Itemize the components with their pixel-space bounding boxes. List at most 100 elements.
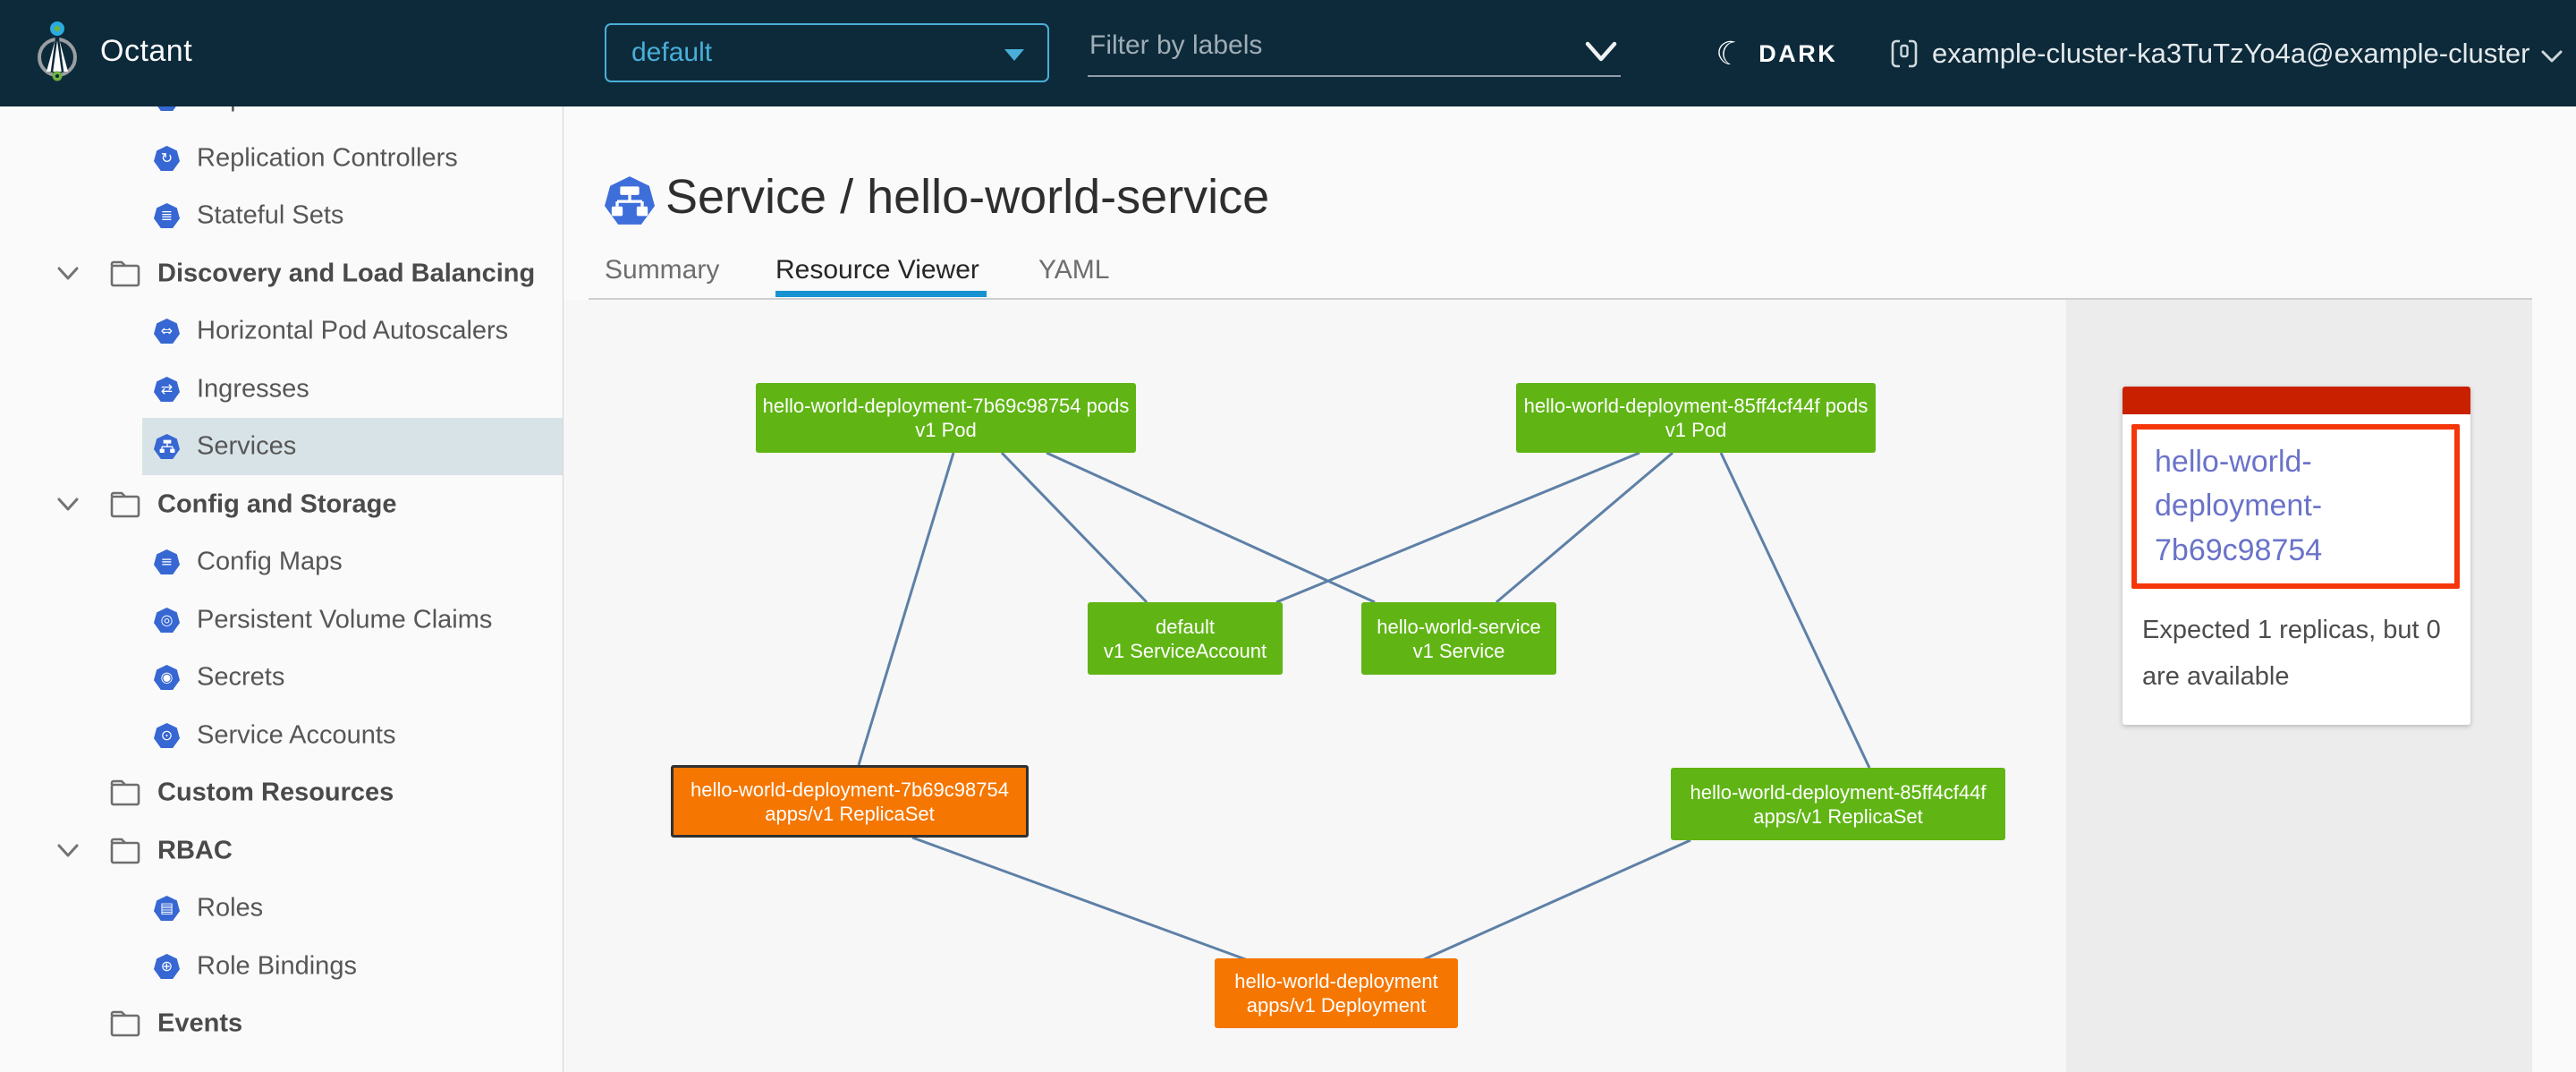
- sidebar-item-label: Stateful Sets: [197, 201, 343, 231]
- node-title: hello-world-service: [1377, 615, 1540, 639]
- sidebar-item-role-bindings[interactable]: ⊕ Role Bindings: [0, 938, 564, 995]
- sidebar-group-discovery-and-load-balancing[interactable]: Discovery and Load Balancing: [0, 245, 564, 302]
- node-kind: apps/v1 ReplicaSet: [765, 802, 935, 826]
- sidebar-item-label: Replication Controllers: [197, 144, 458, 174]
- node-title: hello-world-deployment-85ff4cf44f pods: [1524, 394, 1868, 418]
- sidebar-item-config-maps[interactable]: ≡ Config Maps: [0, 533, 564, 591]
- app-header: Octant default ☾ DARK example-cluster-ka…: [0, 0, 2576, 106]
- sidebar-item-stateful-sets[interactable]: ≣ Stateful Sets: [0, 187, 564, 244]
- main-content: Service / hello-world-service Summary Re…: [564, 106, 2576, 1072]
- folder-icon: [109, 1008, 141, 1039]
- node-title: hello-world-deployment-7b69c98754: [691, 778, 1009, 802]
- filter-input[interactable]: [1088, 21, 1621, 77]
- sidebar-item-replica-sets[interactable]: ▣ Replica Sets: [0, 106, 564, 127]
- folder-icon: [109, 489, 141, 520]
- service-icon: [605, 175, 655, 225]
- cluster-selector[interactable]: example-cluster-ka3TuTzYo4a@example-clus…: [1889, 27, 2563, 81]
- chevron-down-icon[interactable]: [1583, 38, 1619, 64]
- chevron-down-icon: [1004, 49, 1024, 61]
- sidebar-item-label: Config Maps: [197, 548, 343, 577]
- sidebar-item-label: Ingresses: [197, 375, 309, 404]
- replica-sets-icon: ▣: [154, 106, 180, 111]
- sidebar-item-custom-resources[interactable]: Custom Resources: [0, 764, 564, 821]
- tab-yaml[interactable]: YAML: [1038, 255, 1109, 285]
- error-status-bar: [2123, 387, 2470, 414]
- graph-node-service-hello-world-service[interactable]: hello-world-service v1 Service: [1361, 602, 1556, 675]
- folder-icon: [109, 778, 141, 808]
- node-title: hello-world-deployment-85ff4cf44f: [1690, 780, 1987, 804]
- node-kind: apps/v1 ReplicaSet: [1753, 804, 1923, 829]
- node-title: default: [1156, 615, 1215, 639]
- moon-icon: ☾: [1712, 32, 1748, 75]
- selected-resource-card: hello-world-deployment-7b69c98754 Expect…: [2123, 387, 2470, 725]
- sidebar-item-replication-controllers[interactable]: ↻ Replication Controllers: [0, 130, 564, 187]
- graph-node-pod-85ff4cf44f[interactable]: hello-world-deployment-85ff4cf44f pods v…: [1516, 383, 1876, 453]
- sidebar-group-label: Discovery and Load Balancing: [157, 259, 535, 289]
- sidebar-group-config-and-storage[interactable]: Config and Storage: [0, 476, 564, 533]
- theme-toggle[interactable]: ☾ DARK: [1716, 27, 1837, 81]
- active-tab-underline: [775, 291, 987, 297]
- detail-panel: hello-world-deployment-7b69c98754 Expect…: [2066, 300, 2532, 1072]
- sidebar-group-label: Config and Storage: [157, 490, 396, 520]
- graph-node-pod-7b69c98754[interactable]: hello-world-deployment-7b69c98754 pods v…: [756, 383, 1136, 453]
- chevron-down-icon[interactable]: [55, 265, 80, 283]
- config-maps-icon: ≡: [154, 549, 180, 574]
- selected-resource-box: hello-world-deployment-7b69c98754: [2131, 424, 2460, 589]
- sidebar-group-label: RBAC: [157, 837, 233, 866]
- graph-node-replicaset-7b69c98754[interactable]: hello-world-deployment-7b69c98754 apps/v…: [671, 765, 1029, 838]
- right-gutter: [2532, 300, 2576, 1072]
- services-icon: [154, 434, 180, 459]
- namespace-value: default: [631, 38, 712, 68]
- sidebar-item-label: Role Bindings: [197, 952, 357, 982]
- persistent-volume-claims-icon: ◎: [154, 608, 180, 633]
- sidebar-group-rbac[interactable]: RBAC: [0, 822, 564, 880]
- sidebar-item-label: Persistent Volume Claims: [197, 606, 492, 635]
- stateful-sets-icon: ≣: [154, 203, 180, 228]
- sidebar-item-secrets[interactable]: ◉ Secrets: [0, 649, 564, 706]
- node-title: hello-world-deployment: [1234, 969, 1437, 993]
- cluster-context-label: example-cluster-ka3TuTzYo4a@example-clus…: [1932, 38, 2529, 70]
- label-filter: [1088, 21, 1621, 77]
- sidebar-item-label: Custom Resources: [157, 778, 394, 808]
- sidebar-item-label: Horizontal Pod Autoscalers: [197, 317, 508, 346]
- node-kind: v1 Pod: [1665, 418, 1727, 442]
- sidebar-item-roles[interactable]: ▤ Roles: [0, 880, 564, 937]
- node-title: hello-world-deployment-7b69c98754 pods: [763, 394, 1130, 418]
- graph-node-serviceaccount-default[interactable]: default v1 ServiceAccount: [1088, 602, 1283, 675]
- resource-link[interactable]: hello-world-deployment-7b69c98754: [2155, 440, 2436, 573]
- role-bindings-icon: ⊕: [154, 954, 180, 979]
- node-kind: v1 Service: [1413, 639, 1505, 663]
- sidebar-item-events[interactable]: Events: [0, 995, 564, 1052]
- octant-logo: [37, 14, 78, 89]
- sidebar-item-services[interactable]: Services: [0, 418, 564, 475]
- namespace-dropdown[interactable]: default: [605, 23, 1049, 82]
- app-title: Octant: [100, 34, 192, 69]
- theme-toggle-label: DARK: [1758, 40, 1837, 68]
- sidebar-item-label: Services: [197, 432, 296, 462]
- sidebar-item-label: Secrets: [197, 663, 284, 693]
- sidebar-item-label: Service Accounts: [197, 721, 395, 751]
- folder-icon: [109, 259, 141, 289]
- chevron-down-icon[interactable]: [55, 496, 80, 514]
- replication-controllers-icon: ↻: [154, 146, 180, 171]
- service-accounts-icon: ⊙: [154, 723, 180, 748]
- sidebar-item-ingresses[interactable]: ⇄ Ingresses: [0, 361, 564, 418]
- tab-resource-viewer[interactable]: Resource Viewer: [775, 255, 979, 285]
- folder-icon: [109, 836, 141, 866]
- sidebar-item-service-accounts[interactable]: ⊙ Service Accounts: [0, 707, 564, 764]
- resource-graph: hello-world-deployment-7b69c98754 pods v…: [564, 300, 2066, 1072]
- tab-summary[interactable]: Summary: [605, 255, 719, 285]
- ingresses-icon: ⇄: [154, 377, 180, 402]
- chevron-down-icon[interactable]: [55, 842, 80, 860]
- secrets-icon: ◉: [154, 665, 180, 690]
- page-title: Service / hello-world-service: [665, 169, 1269, 225]
- sidebar-item-persistent-volume-claims[interactable]: ◎ Persistent Volume Claims: [0, 591, 564, 649]
- resource-status-message: Expected 1 replicas, but 0 are available: [2142, 607, 2451, 700]
- graph-node-replicaset-85ff4cf44f[interactable]: hello-world-deployment-85ff4cf44f apps/v…: [1671, 768, 2005, 840]
- sidebar: ▣ Replica Sets ↻ Replication Controllers…: [0, 106, 564, 1072]
- graph-node-deployment-hello-world-deployment[interactable]: hello-world-deployment apps/v1 Deploymen…: [1215, 958, 1458, 1028]
- chevron-down-icon: [2540, 49, 2563, 64]
- sidebar-item-horizontal-pod-autoscalers[interactable]: ⇔ Horizontal Pod Autoscalers: [0, 302, 564, 360]
- node-kind: apps/v1 Deployment: [1247, 993, 1427, 1017]
- sidebar-item-label: Events: [157, 1009, 242, 1039]
